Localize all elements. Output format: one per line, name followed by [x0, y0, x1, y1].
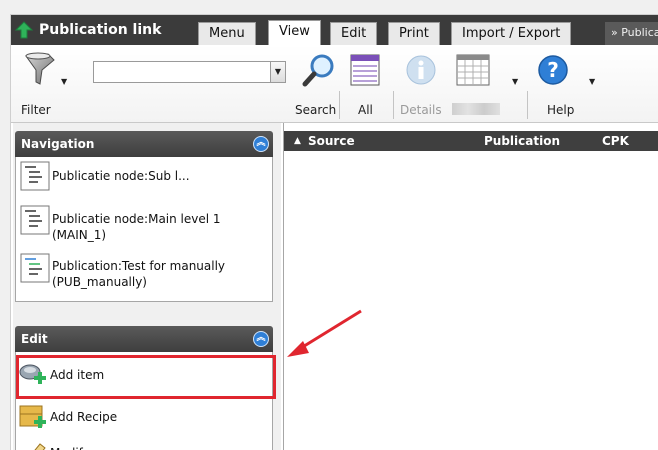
column-header-cpk[interactable]: CPK: [602, 131, 629, 151]
modify-button[interactable]: Modify: [18, 440, 90, 450]
publication-tree-icon: [20, 253, 50, 283]
tab-label: Import / Export: [462, 26, 561, 41]
add-recipe-icon: [19, 405, 46, 428]
navigation-panel: Publicatie node:Sub l... Publicatie node…: [15, 157, 273, 302]
tab-label: Edit: [341, 26, 367, 41]
nav-item-publication[interactable]: Publication:Test for manually (PUB_manua…: [20, 253, 272, 290]
collapse-up-icon[interactable]: ︽: [253, 136, 269, 152]
grid-view-button[interactable]: [453, 51, 493, 89]
ribbon-separator: [527, 91, 528, 119]
tab-edit[interactable]: Edit: [330, 22, 378, 45]
edit-item-label: Modify: [50, 440, 90, 450]
tab-label: Menu: [209, 26, 245, 41]
nav-item-sub-level[interactable]: Publicatie node:Sub l...: [20, 161, 190, 191]
tree-node-icon: [20, 161, 50, 191]
nav-item-main-level[interactable]: Publicatie node:Main level 1 (MAIN_1): [20, 205, 272, 243]
nav-item-label: Publicatie node:Sub l...: [52, 169, 190, 183]
column-header-publication[interactable]: Publication: [484, 131, 560, 151]
funnel-icon: [25, 52, 55, 85]
search-combo-input[interactable]: ▼: [93, 61, 286, 83]
all-label: All: [358, 103, 373, 117]
help-question-icon: ?: [538, 55, 568, 85]
column-header-source[interactable]: Source: [308, 131, 355, 151]
grid-table-icon: [456, 54, 490, 86]
tab-label: View: [279, 24, 310, 39]
tab-label: Print: [399, 26, 429, 41]
edit-title: Edit: [21, 332, 48, 346]
ribbon-separator: [339, 91, 340, 119]
details-label: Details: [400, 103, 442, 117]
app-title: Publication link: [39, 22, 162, 38]
collapse-up-icon[interactable]: ︽: [253, 331, 269, 347]
results-grid: ▲ Source Publication CPK: [283, 123, 658, 450]
tab-print[interactable]: Print: [388, 22, 440, 45]
filter-label: Filter: [21, 103, 51, 117]
svg-text:?: ?: [547, 58, 559, 82]
ribbon-separator: [393, 91, 394, 119]
search-label: Search: [295, 103, 337, 117]
left-sidebar: Navigation ︽ Publicatie node:Sub l... Pu…: [13, 123, 281, 450]
home-arrow-icon: [15, 21, 33, 39]
list-view-icon: [350, 54, 380, 86]
tab-menu[interactable]: Menu: [198, 22, 256, 45]
nav-item-label: Publication:Test for manually (PUB_manua…: [52, 259, 226, 289]
grid-header-row: ▲ Source Publication CPK: [284, 131, 658, 151]
pencil-icon: [34, 443, 46, 450]
header-tab-bar: Publication link Menu View Edit Print Im…: [11, 15, 658, 45]
tree-node-icon: [20, 205, 50, 235]
tab-import-export[interactable]: Import / Export: [451, 22, 572, 45]
info-icon: [406, 55, 436, 85]
ribbon-toolbar: ▼ Filter ▼ Search All Details ▼ ? ▼ Help: [11, 45, 658, 123]
tab-overflow[interactable]: » Publica: [605, 22, 658, 45]
filter-dropdown-arrow[interactable]: ▼: [61, 77, 67, 86]
app-window: Publication link Menu View Edit Print Im…: [10, 14, 658, 450]
navigation-title: Navigation: [21, 137, 95, 151]
add-recipe-button[interactable]: Add Recipe: [18, 402, 117, 432]
chevron-down-icon[interactable]: ▼: [270, 62, 285, 82]
help-button[interactable]: ?: [533, 51, 573, 89]
edit-panel-header[interactable]: Edit ︽: [15, 326, 273, 352]
search-button[interactable]: [299, 51, 339, 89]
grid-dropdown-arrow[interactable]: ▼: [512, 77, 518, 86]
help-dropdown-arrow[interactable]: ▼: [589, 77, 595, 86]
app-brand[interactable]: Publication link: [15, 19, 161, 41]
add-item-highlight: [16, 355, 276, 399]
navigation-panel-header[interactable]: Navigation ︽: [15, 131, 273, 157]
blurred-label: [452, 103, 500, 115]
sort-ascending-icon: ▲: [294, 136, 301, 146]
details-button[interactable]: [401, 51, 441, 89]
magnifier-icon: [302, 54, 334, 87]
help-label: Help: [547, 103, 575, 117]
all-button[interactable]: [345, 51, 385, 89]
filter-button[interactable]: [21, 51, 61, 89]
nav-item-label: Publicatie node:Main level 1 (MAIN_1): [52, 212, 221, 242]
tab-view[interactable]: View: [268, 20, 321, 45]
edit-item-label: Add Recipe: [50, 410, 118, 424]
